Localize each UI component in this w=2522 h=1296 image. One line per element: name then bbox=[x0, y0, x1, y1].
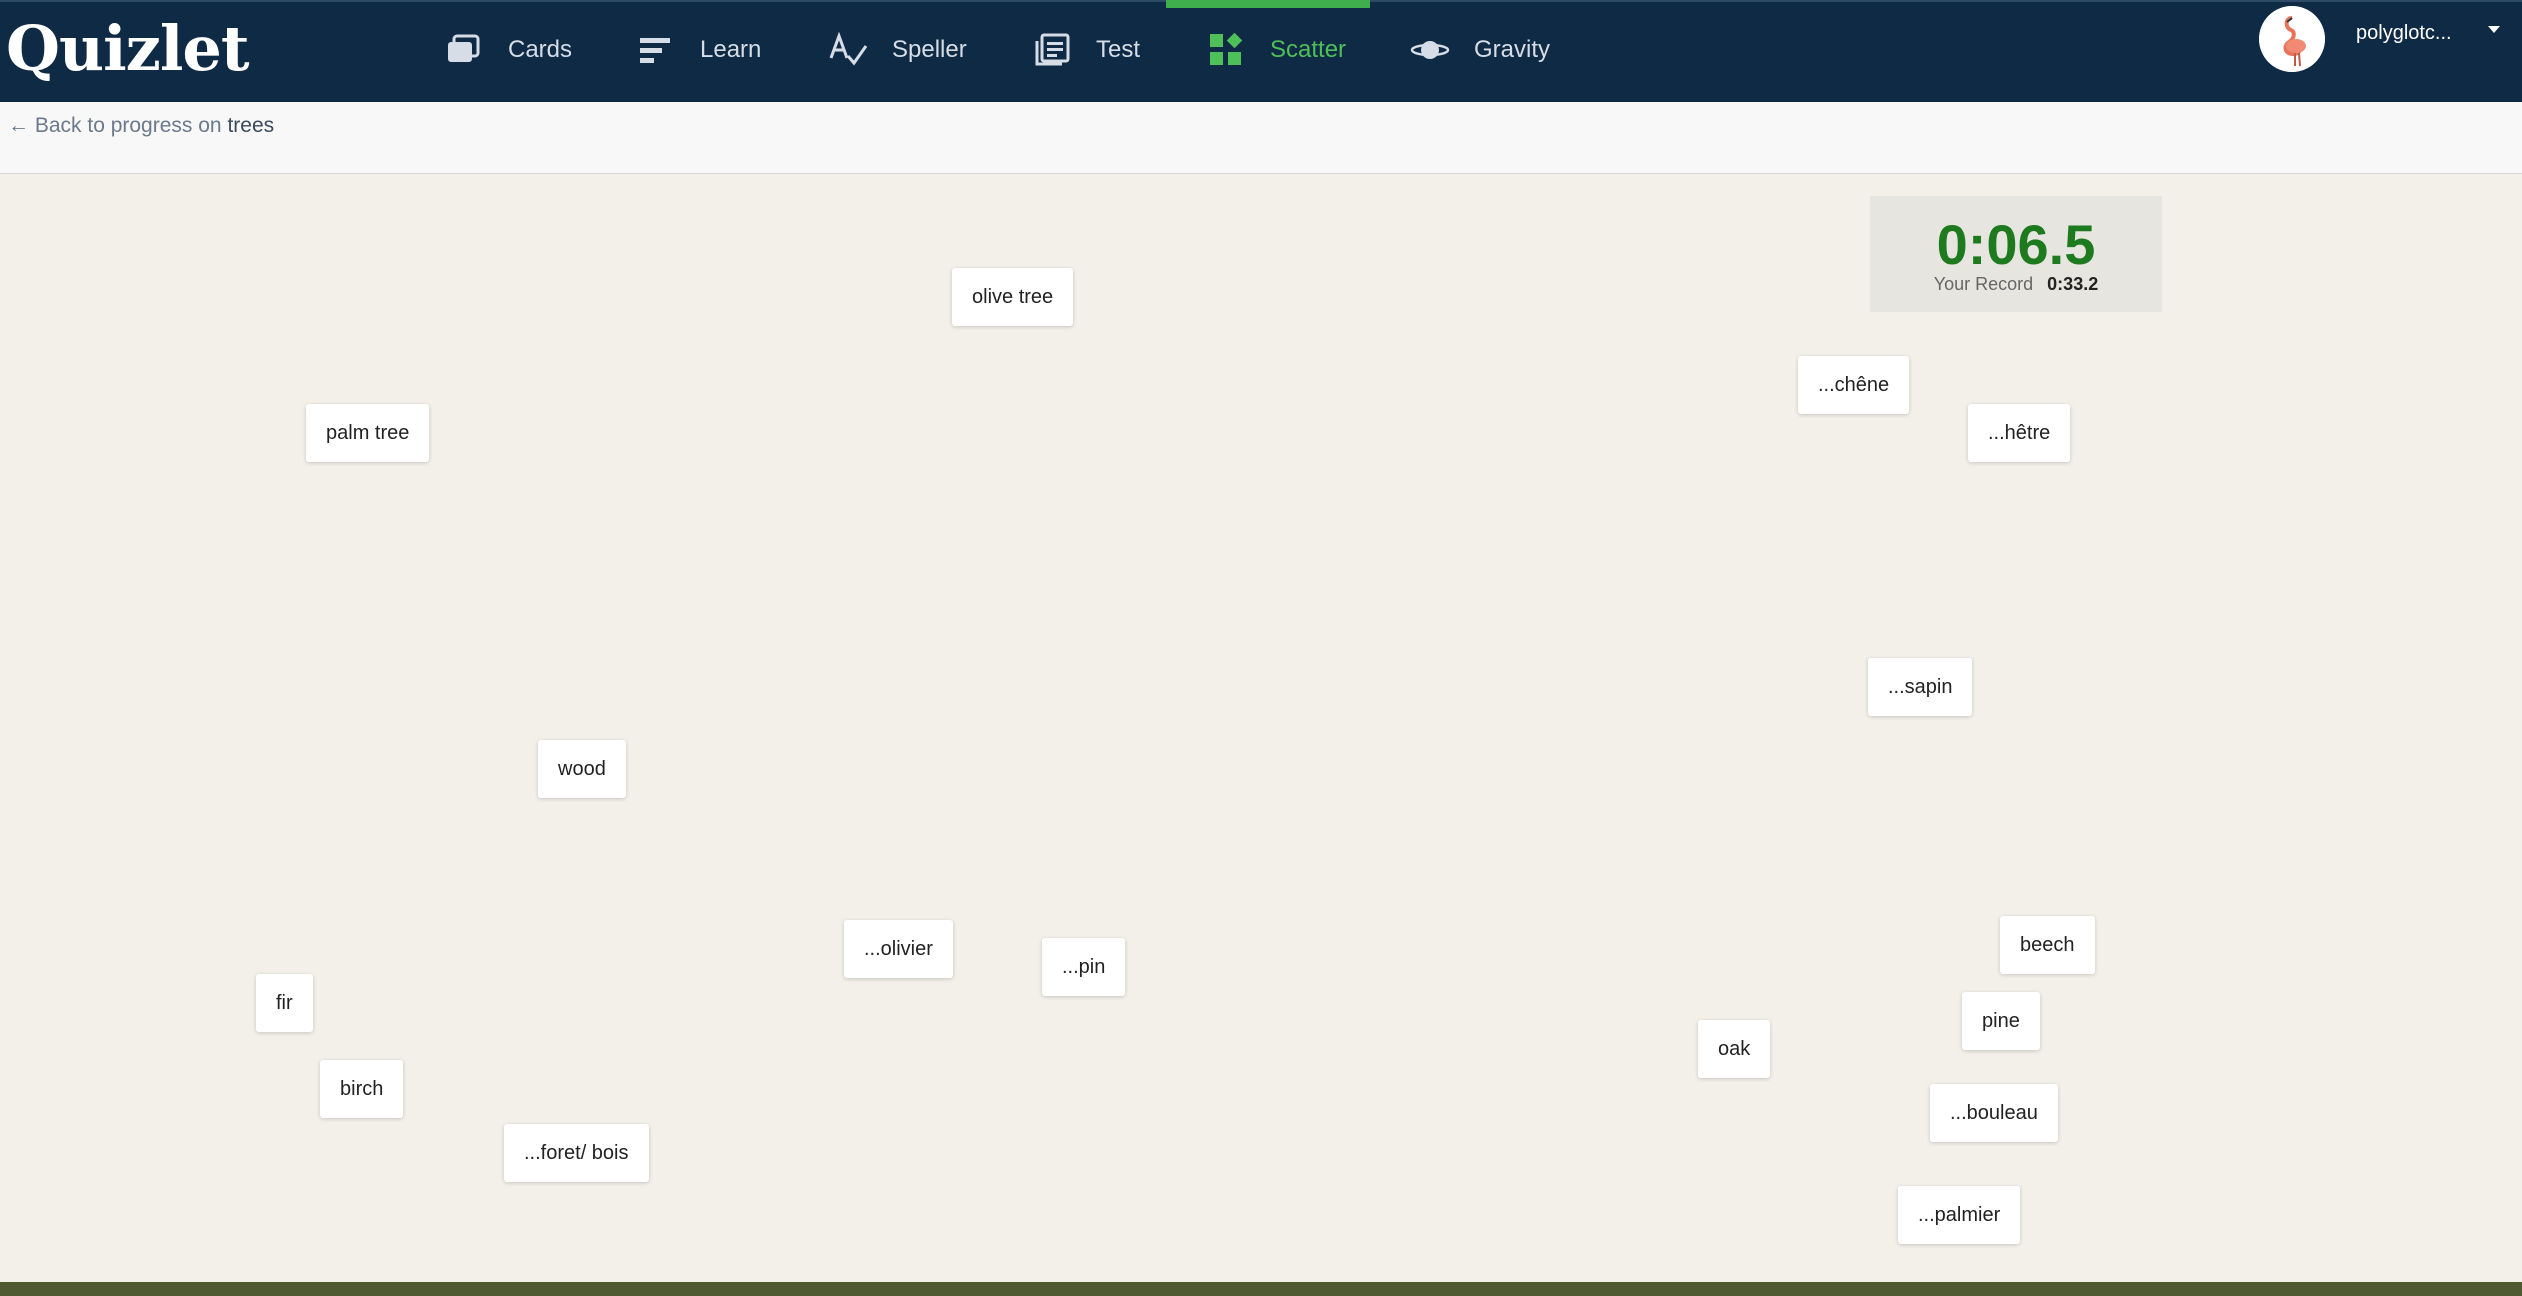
scatter-tile[interactable]: olive tree bbox=[952, 268, 1074, 326]
scatter-tile[interactable]: ...olivier bbox=[844, 920, 953, 978]
tab-gravity-label: Gravity bbox=[1474, 36, 1551, 63]
quizlet-logo[interactable]: Quizlet bbox=[6, 12, 249, 85]
tab-test[interactable]: Test bbox=[1032, 0, 1140, 100]
scatter-tile[interactable]: pine bbox=[1962, 992, 2040, 1050]
tab-scatter[interactable]: Scatter bbox=[1206, 0, 1346, 100]
tab-gravity[interactable]: Gravity bbox=[1410, 0, 1550, 100]
avatar[interactable] bbox=[2259, 6, 2325, 72]
record-label: Your Record bbox=[1933, 274, 2034, 294]
scatter-tile[interactable]: ...bouleau bbox=[1930, 1084, 2058, 1142]
tab-speller[interactable]: Speller bbox=[828, 0, 967, 100]
bottom-strip bbox=[0, 1282, 2522, 1296]
tab-learn-label: Learn bbox=[700, 36, 762, 63]
scatter-tile[interactable]: ...chêne bbox=[1798, 356, 1910, 414]
record-row: Your Record 0:33.2 bbox=[1870, 274, 2162, 295]
scatter-tile[interactable]: beech bbox=[2000, 916, 2095, 974]
timer-panel: 0:06.5 Your Record 0:33.2 bbox=[1870, 196, 2162, 312]
scatter-tile[interactable]: ...pin bbox=[1042, 938, 1126, 996]
scatter-tile[interactable]: fir bbox=[256, 974, 313, 1032]
scatter-tile[interactable]: ...foret/ bois bbox=[504, 1124, 649, 1182]
username[interactable]: polyglotc... bbox=[2356, 22, 2452, 45]
tab-speller-label: Speller bbox=[892, 36, 967, 63]
scatter-tile[interactable]: ...sapin bbox=[1868, 658, 1973, 716]
tab-scatter-label: Scatter bbox=[1270, 36, 1347, 63]
scatter-tile[interactable]: birch bbox=[320, 1060, 404, 1118]
flamingo-icon bbox=[2259, 6, 2325, 72]
tab-learn[interactable]: Learn bbox=[636, 0, 761, 100]
scatter-tile[interactable]: palm tree bbox=[306, 404, 430, 462]
tab-test-label: Test bbox=[1096, 36, 1141, 63]
timer-value: 0:06.5 bbox=[1936, 213, 2096, 276]
scatter-icon bbox=[1206, 30, 1246, 70]
tab-cards[interactable]: Cards bbox=[444, 0, 572, 100]
test-icon bbox=[1032, 30, 1072, 70]
tab-cards-label: Cards bbox=[508, 36, 573, 63]
record-value: 0:33.2 bbox=[2047, 274, 2099, 294]
back-link-prefix: ← Back to progress on bbox=[8, 114, 228, 137]
set-name: trees bbox=[227, 114, 275, 137]
scatter-tile[interactable]: oak bbox=[1698, 1020, 1771, 1078]
scatter-tile[interactable]: ...hêtre bbox=[1968, 404, 2071, 462]
scatter-tile[interactable]: wood bbox=[538, 740, 626, 798]
chevron-down-icon[interactable] bbox=[2488, 26, 2500, 33]
scatter-tile[interactable]: ...palmier bbox=[1898, 1186, 2021, 1244]
cards-icon bbox=[444, 30, 484, 70]
speller-icon bbox=[828, 30, 868, 70]
gravity-icon bbox=[1410, 30, 1450, 70]
learn-icon bbox=[636, 30, 676, 70]
back-to-progress-link[interactable]: ← Back to progress on trees bbox=[8, 114, 274, 138]
sub-header bbox=[0, 102, 2522, 174]
